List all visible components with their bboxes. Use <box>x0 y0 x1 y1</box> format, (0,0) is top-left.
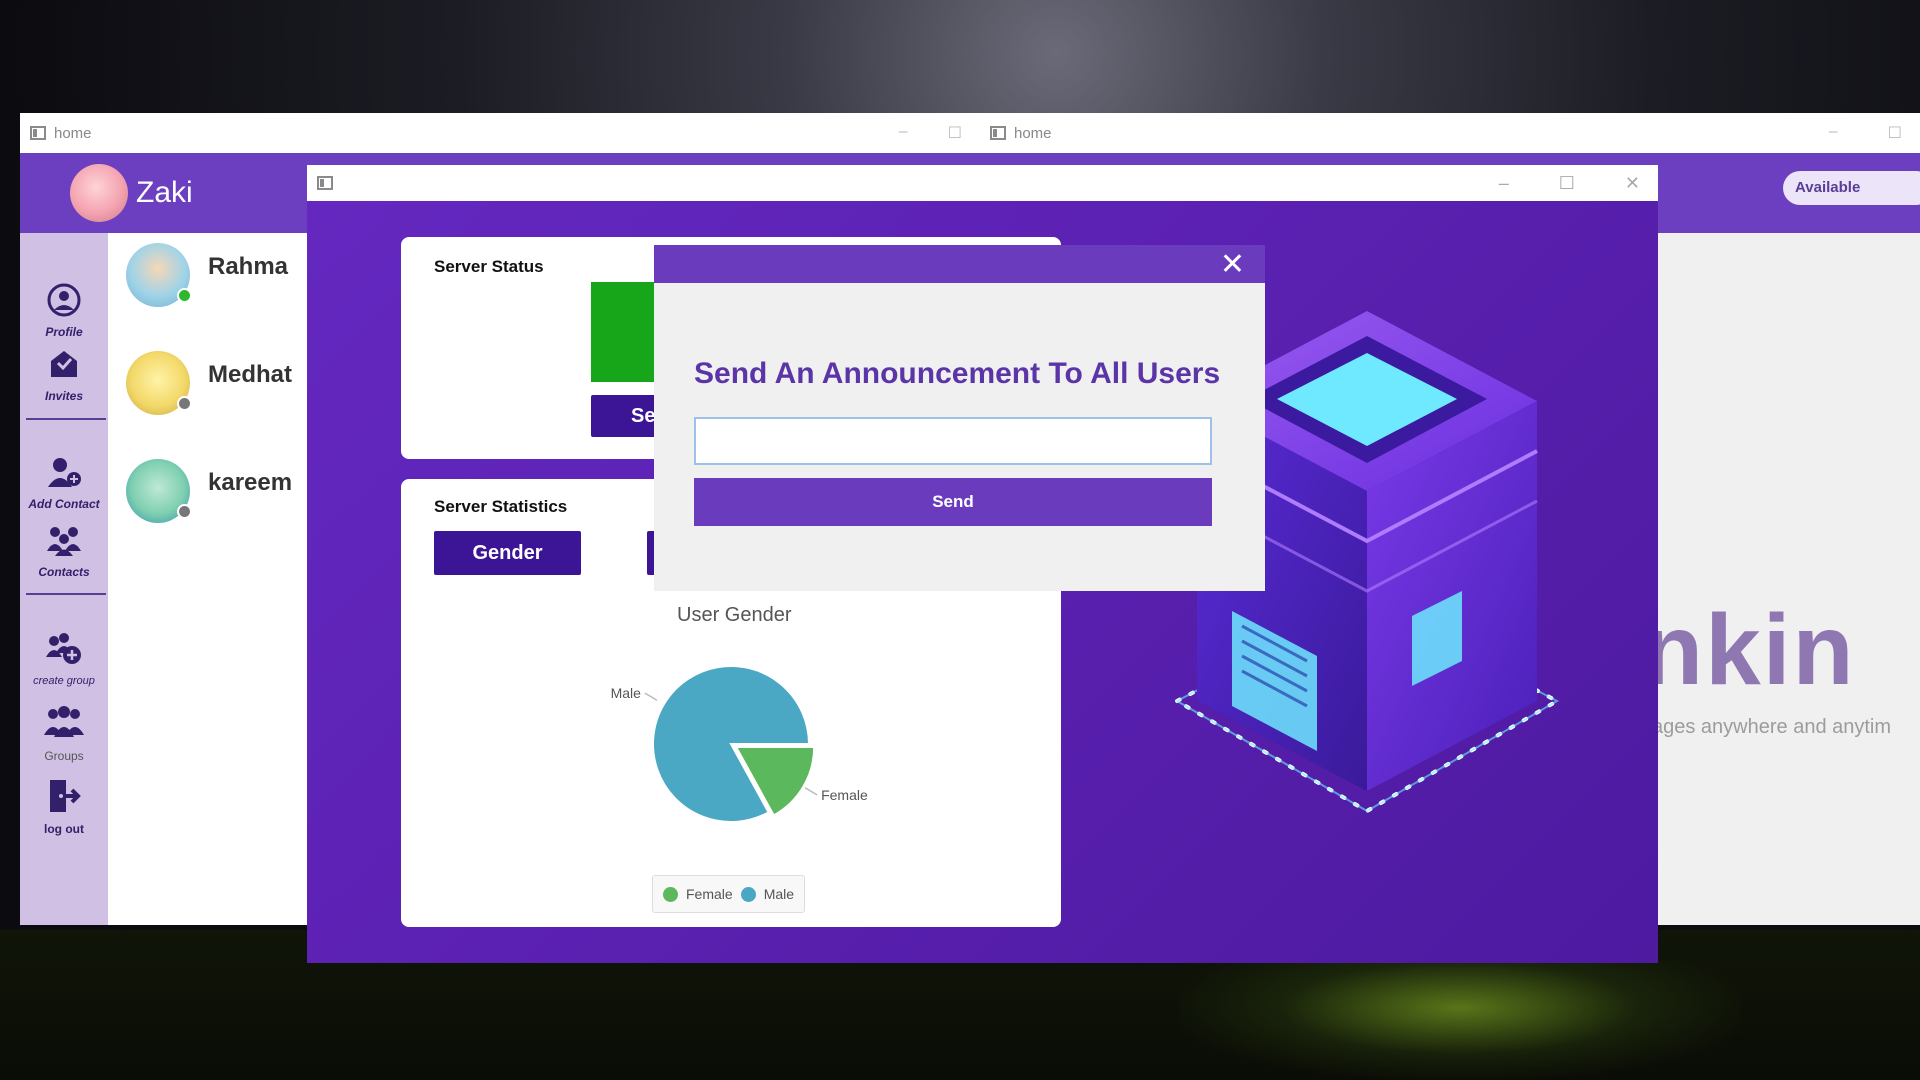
pie-label-male: Male <box>611 685 642 701</box>
avatar <box>126 351 192 415</box>
window-titlebar: home – ☐ <box>980 113 1920 153</box>
sidebar-item-label: Contacts <box>38 565 90 579</box>
minimize-icon[interactable]: – <box>899 123 908 143</box>
sidebar-item-groups[interactable]: Groups <box>20 705 108 763</box>
avatar <box>126 459 192 523</box>
current-user-name: Zaki <box>136 176 193 209</box>
list-item[interactable]: Medhat <box>126 351 292 431</box>
maximize-icon[interactable]: ☐ <box>948 123 962 143</box>
desktop-tent-glow <box>1180 960 1740 1080</box>
pie-label-line <box>644 692 658 701</box>
sidebar-item-create-group[interactable]: create group <box>20 631 108 687</box>
legend-label: Female <box>686 886 733 902</box>
list-item[interactable]: Rahma <box>126 243 288 323</box>
sidebar-item-label: Invites <box>44 389 83 403</box>
brand-logo-text: nkin <box>1642 594 1856 706</box>
add-contact-icon <box>20 455 108 497</box>
announcement-dialog: ✕ Send An Announcement To All Users Send <box>654 245 1265 591</box>
contacts-icon <box>20 523 108 565</box>
sidebar-item-label: Profile <box>45 325 83 339</box>
avatar <box>126 243 192 307</box>
panel-title: Server Status <box>434 257 544 276</box>
sidebar-item-label: create group <box>33 675 95 687</box>
app-window-icon <box>30 126 46 140</box>
contact-name: Medhat <box>208 361 292 388</box>
close-icon[interactable]: ✕ <box>1625 173 1640 194</box>
profile-icon <box>20 283 108 325</box>
offline-status-dot <box>177 396 192 411</box>
panel-title: Server Statistics <box>434 497 568 516</box>
sidebar-item-contacts[interactable]: Contacts <box>20 523 108 579</box>
sidebar-item-invites[interactable]: Invites <box>20 347 108 403</box>
sidebar-item-label: Add Contact <box>28 497 100 511</box>
pie-label-female: Female <box>821 787 868 803</box>
maximize-icon[interactable]: ☐ <box>1888 123 1902 143</box>
divider <box>26 593 106 595</box>
contact-name: kareem <box>208 469 293 496</box>
dialog-header: ✕ <box>654 245 1265 283</box>
divider <box>26 418 106 420</box>
groups-icon <box>20 705 108 749</box>
create-group-icon <box>20 631 108 675</box>
legend-label: Male <box>763 886 795 902</box>
sidebar-nav: Profile Invites Add Contact Contacts cre… <box>20 233 108 925</box>
brand-tagline: ages anywhere and anytim <box>1652 716 1892 738</box>
window-title: home <box>54 124 92 142</box>
sidebar-item-profile[interactable]: Profile <box>20 283 108 339</box>
sidebar-item-add-contact[interactable]: Add Contact <box>20 455 108 511</box>
server-toggle-button[interactable]: Se <box>591 395 661 437</box>
close-icon[interactable]: ✕ <box>1220 247 1245 282</box>
chart-legend: Female Male <box>652 875 806 913</box>
tab-gender[interactable]: Gender <box>434 531 581 575</box>
pie-label-line <box>804 787 818 796</box>
window-titlebar: home – ☐ <box>20 113 980 153</box>
app-window-icon <box>317 176 333 190</box>
offline-status-dot <box>177 504 192 519</box>
send-button[interactable]: Send <box>694 478 1212 526</box>
gender-pie-chart: Female Male <box>611 665 868 823</box>
invites-icon <box>20 347 108 389</box>
sidebar-item-label: Groups <box>44 749 84 763</box>
legend-swatch-female <box>663 886 678 902</box>
window-title: home <box>1014 124 1052 142</box>
announcement-input[interactable] <box>694 417 1212 465</box>
window-titlebar: – ☐ ✕ <box>307 165 1658 201</box>
chart-title: User Gender <box>677 604 792 626</box>
sidebar-item-logout[interactable]: log out <box>20 778 108 836</box>
sidebar-item-label: log out <box>44 822 84 836</box>
minimize-icon[interactable]: – <box>1829 123 1838 143</box>
list-item[interactable]: kareem <box>126 459 292 539</box>
minimize-icon[interactable]: – <box>1499 173 1509 194</box>
avatar[interactable] <box>70 164 128 222</box>
logout-icon <box>20 778 108 822</box>
dialog-title: Send An Announcement To All Users <box>694 357 1221 390</box>
legend-swatch-male <box>740 886 756 902</box>
contact-name: Rahma <box>208 253 289 280</box>
status-dropdown[interactable]: Available <box>1783 171 1920 205</box>
online-status-dot <box>177 288 192 303</box>
maximize-icon[interactable]: ☐ <box>1559 173 1575 194</box>
server-status-indicator <box>591 282 661 382</box>
app-window-icon <box>990 126 1006 140</box>
